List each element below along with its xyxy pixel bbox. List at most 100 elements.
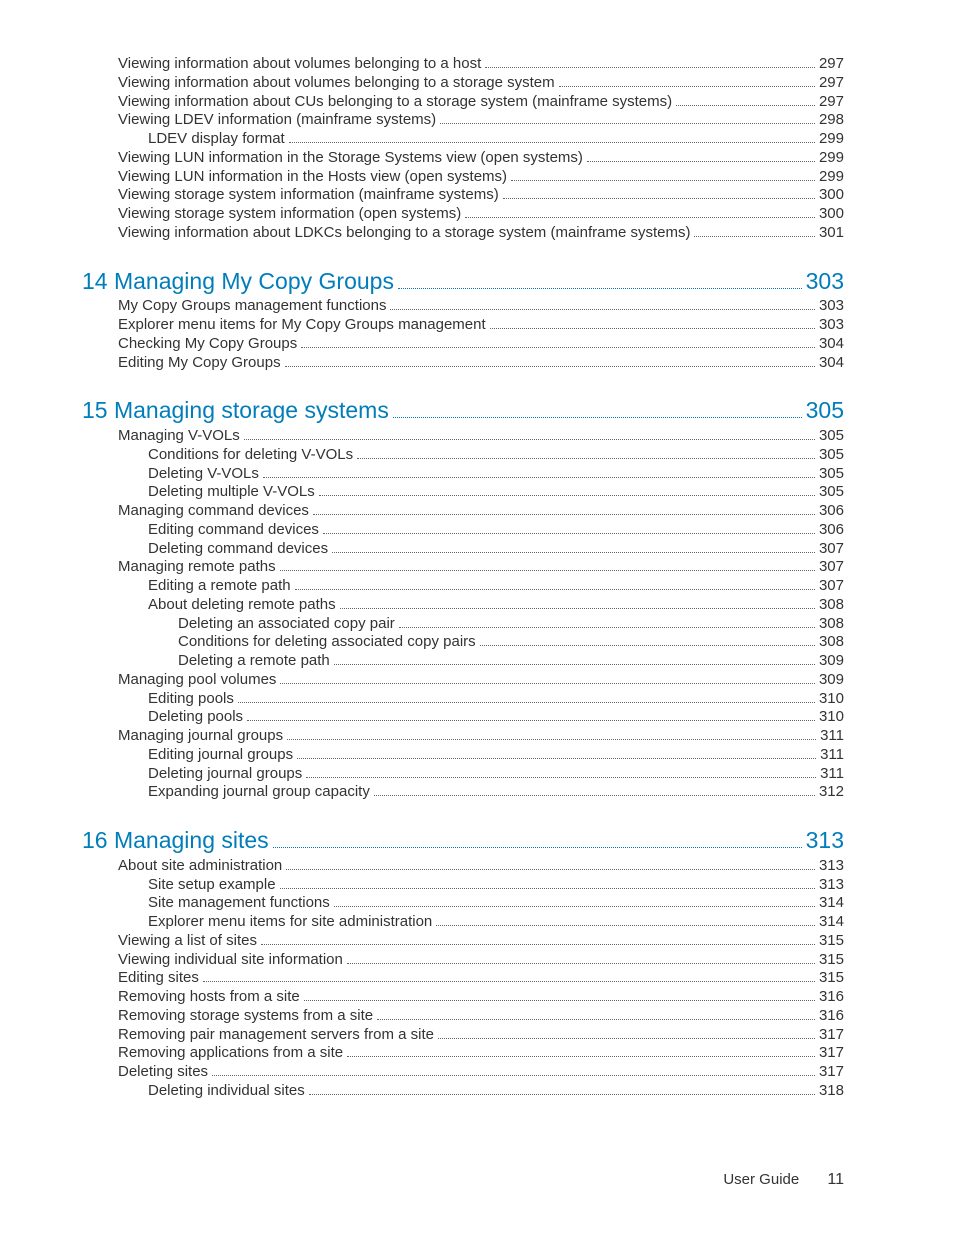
toc-entry[interactable]: Editing command devices 306 xyxy=(82,521,844,540)
toc-entry[interactable]: Editing sites 315 xyxy=(82,969,844,988)
toc-leader-dots xyxy=(503,198,815,199)
toc-chapter[interactable]: 14 Managing My Copy Groups 303 xyxy=(82,267,844,296)
toc-leader-dots xyxy=(280,570,815,571)
toc-entry[interactable]: Deleting individual sites 318 xyxy=(82,1082,844,1101)
toc-leader-dots xyxy=(323,533,815,534)
toc-entry[interactable]: Editing pools 310 xyxy=(82,690,844,709)
toc-entry-title: About deleting remote paths xyxy=(148,596,336,615)
toc-entry[interactable]: Viewing storage system information (main… xyxy=(82,186,844,205)
toc-entry-page: 315 xyxy=(819,969,844,988)
toc-entry-title: Editing My Copy Groups xyxy=(118,354,281,373)
toc-entry-page: 315 xyxy=(819,932,844,951)
toc-entry-title: Removing hosts from a site xyxy=(118,988,300,1007)
toc-entry[interactable]: Viewing information about volumes belong… xyxy=(82,74,844,93)
toc-leader-dots xyxy=(377,1019,815,1020)
toc-entry-title: Conditions for deleting associated copy … xyxy=(178,633,476,652)
toc-entry-page: 316 xyxy=(819,988,844,1007)
toc-entry[interactable]: About site administration 313 xyxy=(82,857,844,876)
toc-leader-dots xyxy=(440,123,815,124)
toc-entry-title: Deleting an associated copy pair xyxy=(178,615,395,634)
toc-leader-dots xyxy=(244,439,815,440)
toc-entry[interactable]: Deleting command devices 307 xyxy=(82,540,844,559)
toc-entry[interactable]: Deleting an associated copy pair 308 xyxy=(82,615,844,634)
toc-entry[interactable]: Managing V-VOLs 305 xyxy=(82,427,844,446)
toc-entry-page: 315 xyxy=(819,951,844,970)
toc-entry[interactable]: Site setup example 313 xyxy=(82,876,844,895)
toc-entry-title: Removing pair management servers from a … xyxy=(118,1026,434,1045)
toc-leader-dots xyxy=(465,217,815,218)
toc-entry-title: Explorer menu items for site administrat… xyxy=(148,913,432,932)
toc-entry-page: 305 xyxy=(806,396,844,425)
toc-leader-dots xyxy=(374,795,815,796)
toc-entry[interactable]: Removing applications from a site 317 xyxy=(82,1044,844,1063)
toc-entry[interactable]: Managing remote paths 307 xyxy=(82,558,844,577)
toc-entry[interactable]: Viewing information about volumes belong… xyxy=(82,55,844,74)
toc-entry[interactable]: Editing journal groups 311 xyxy=(82,746,844,765)
toc-entry[interactable]: Managing command devices 306 xyxy=(82,502,844,521)
toc-entry[interactable]: Site management functions 314 xyxy=(82,894,844,913)
toc-entry-page: 306 xyxy=(819,502,844,521)
footer-label: User Guide xyxy=(723,1171,799,1188)
toc-entry[interactable]: About deleting remote paths 308 xyxy=(82,596,844,615)
toc-entry-page: 314 xyxy=(819,894,844,913)
toc-entry[interactable]: Editing My Copy Groups 304 xyxy=(82,354,844,373)
toc-entry-title: Editing pools xyxy=(148,690,234,709)
toc-entry-page: 317 xyxy=(819,1063,844,1082)
toc-entry[interactable]: Conditions for deleting associated copy … xyxy=(82,633,844,652)
toc-leader-dots xyxy=(490,328,815,329)
toc-entry[interactable]: Conditions for deleting V-VOLs 305 xyxy=(82,446,844,465)
toc-entry[interactable]: Viewing LDEV information (mainframe syst… xyxy=(82,111,844,130)
toc-leader-dots xyxy=(280,888,815,889)
toc-entry[interactable]: Managing journal groups 311 xyxy=(82,727,844,746)
toc-leader-dots xyxy=(289,142,815,143)
toc-entry-title: Editing command devices xyxy=(148,521,319,540)
toc-entry[interactable]: Explorer menu items for My Copy Groups m… xyxy=(82,316,844,335)
toc-entry-page: 305 xyxy=(819,483,844,502)
toc-entry[interactable]: Deleting a remote path 309 xyxy=(82,652,844,671)
toc-entry-title: Viewing information about CUs belonging … xyxy=(118,93,672,112)
toc-entry[interactable]: My Copy Groups management functions 303 xyxy=(82,297,844,316)
toc-chapter[interactable]: 15 Managing storage systems 305 xyxy=(82,396,844,425)
toc-entry-page: 307 xyxy=(819,577,844,596)
toc-entry[interactable]: Viewing information about CUs belonging … xyxy=(82,93,844,112)
toc-entry-title: Viewing individual site information xyxy=(118,951,343,970)
toc-entry-title: 14 Managing My Copy Groups xyxy=(82,267,394,296)
toc-entry-page: 311 xyxy=(820,746,844,765)
toc-entry[interactable]: Viewing LUN information in the Hosts vie… xyxy=(82,168,844,187)
toc-entry[interactable]: Editing a remote path 307 xyxy=(82,577,844,596)
toc-entry[interactable]: Managing pool volumes 309 xyxy=(82,671,844,690)
toc-entry[interactable]: Checking My Copy Groups 304 xyxy=(82,335,844,354)
toc-entry[interactable]: Deleting V-VOLs 305 xyxy=(82,465,844,484)
toc-leader-dots xyxy=(334,906,815,907)
toc-entry[interactable]: Viewing a list of sites 315 xyxy=(82,932,844,951)
toc-entry[interactable]: Viewing information about LDKCs belongin… xyxy=(82,224,844,243)
toc-entry-title: Managing journal groups xyxy=(118,727,283,746)
toc-entry-page: 310 xyxy=(819,708,844,727)
toc-leader-dots xyxy=(587,161,815,162)
toc-entry[interactable]: Explorer menu items for site administrat… xyxy=(82,913,844,932)
toc-entry-title: Deleting command devices xyxy=(148,540,328,559)
toc-entry-page: 300 xyxy=(819,205,844,224)
toc-leader-dots xyxy=(212,1075,815,1076)
toc-entry[interactable]: Viewing LUN information in the Storage S… xyxy=(82,149,844,168)
toc-entry-page: 311 xyxy=(820,727,844,746)
toc-chapter[interactable]: 16 Managing sites 313 xyxy=(82,826,844,855)
toc-entry[interactable]: Expanding journal group capacity 312 xyxy=(82,783,844,802)
toc-leader-dots xyxy=(238,702,815,703)
toc-entry-page: 308 xyxy=(819,633,844,652)
toc-entry[interactable]: Deleting sites 317 xyxy=(82,1063,844,1082)
toc-entry[interactable]: Viewing individual site information 315 xyxy=(82,951,844,970)
toc-entry-page: 316 xyxy=(819,1007,844,1026)
toc-entry[interactable]: Deleting journal groups 311 xyxy=(82,765,844,784)
toc-entry-page: 309 xyxy=(819,671,844,690)
toc-entry[interactable]: Removing hosts from a site 316 xyxy=(82,988,844,1007)
toc-entry[interactable]: LDEV display format 299 xyxy=(82,130,844,149)
toc-entry[interactable]: Deleting pools 310 xyxy=(82,708,844,727)
toc-entry[interactable]: Removing storage systems from a site 316 xyxy=(82,1007,844,1026)
toc-entry[interactable]: Viewing storage system information (open… xyxy=(82,205,844,224)
toc-entry-title: Conditions for deleting V-VOLs xyxy=(148,446,353,465)
toc-entry-title: Managing remote paths xyxy=(118,558,276,577)
toc-entry[interactable]: Deleting multiple V-VOLs 305 xyxy=(82,483,844,502)
toc-leader-dots xyxy=(390,309,815,310)
toc-entry[interactable]: Removing pair management servers from a … xyxy=(82,1026,844,1045)
